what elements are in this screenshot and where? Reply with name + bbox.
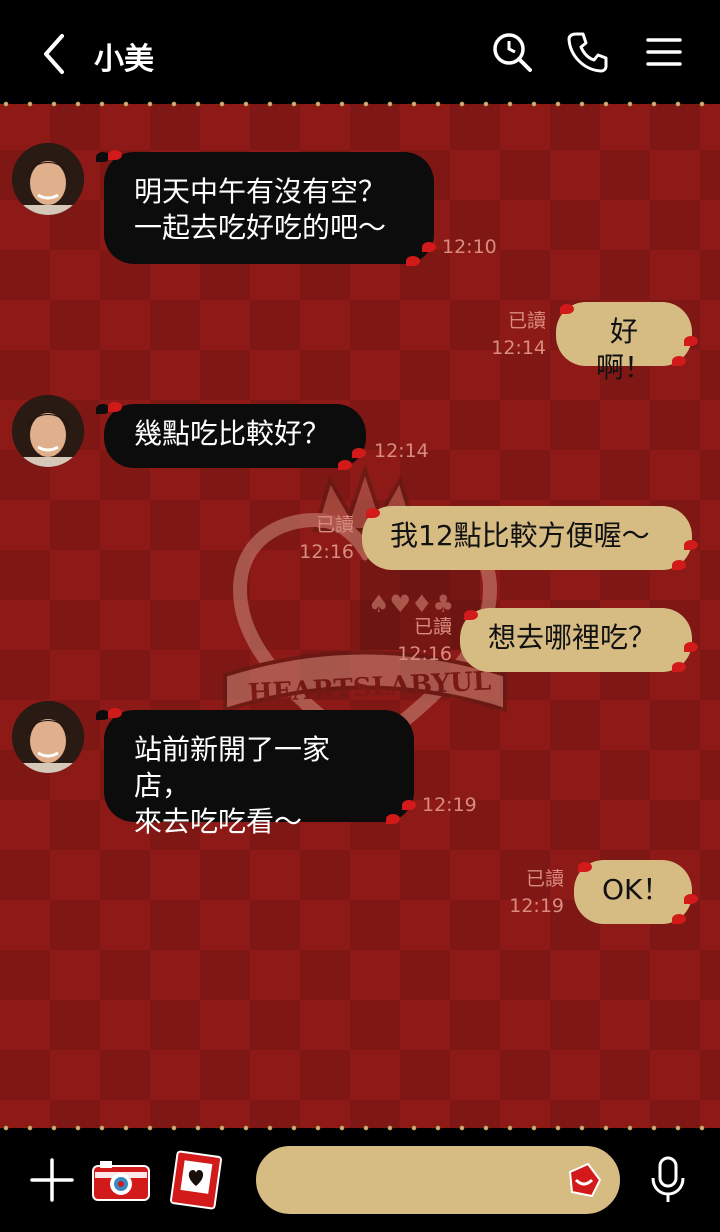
read-receipt: 已讀 12:14 (491, 310, 546, 359)
rose-petal-decoration (108, 150, 122, 160)
rose-petal-decoration (672, 356, 686, 366)
rose-petal-decoration (406, 256, 420, 266)
rose-petal-decoration (338, 460, 352, 470)
avatar-photo (12, 395, 84, 467)
contact-name: 小美 (94, 42, 154, 77)
rose-petal-decoration (684, 540, 698, 550)
rose-petal-decoration (684, 894, 698, 904)
add-button[interactable] (30, 1158, 74, 1202)
microphone-icon (651, 1156, 685, 1202)
outgoing-message-bubble[interactable]: 想去哪裡吃？ (460, 608, 692, 672)
header-lace-edge (0, 100, 720, 108)
chevron-left-icon (44, 34, 64, 74)
rose-petal-decoration (684, 336, 698, 346)
read-receipt: 已讀 12:16 (397, 616, 452, 665)
voice-button[interactable] (648, 1156, 688, 1204)
rose-petal-decoration (672, 560, 686, 570)
incoming-message-bubble[interactable]: 幾點吃比較好？ (104, 404, 366, 468)
rose-petal-decoration (672, 914, 686, 924)
message-time: 12:14 (374, 440, 429, 462)
message-time: 12:19 (422, 794, 477, 816)
search-button[interactable] (490, 30, 534, 74)
contact-avatar[interactable] (12, 701, 84, 773)
rose-petal-decoration (684, 642, 698, 652)
outgoing-message-bubble[interactable]: 好啊！ (556, 302, 692, 384)
camera-button[interactable] (92, 1160, 150, 1202)
sticker-button[interactable] (564, 1160, 604, 1200)
read-receipt: 已讀 12:16 (299, 514, 354, 563)
menu-button[interactable] (642, 30, 686, 74)
contact-avatar[interactable] (12, 143, 84, 215)
incoming-message-bubble[interactable]: 站前新開了一家店， 來去吃吃看～ (104, 710, 414, 838)
avatar-photo (12, 143, 84, 215)
photo-card-icon (169, 1150, 223, 1210)
phone-icon (567, 32, 608, 73)
hamburger-menu-icon (646, 38, 682, 66)
rose-petal-decoration (464, 610, 478, 620)
search-icon (493, 33, 532, 72)
rose-petal-decoration (108, 402, 122, 412)
plus-icon (30, 1158, 74, 1202)
camera-icon (92, 1161, 150, 1201)
rose-petal-decoration (352, 448, 366, 458)
read-receipt: 已讀 12:19 (509, 868, 564, 917)
footer-lace-edge (0, 1124, 720, 1132)
back-button[interactable] (34, 30, 74, 78)
contact-avatar[interactable] (12, 395, 84, 467)
sticker-icon (568, 1162, 602, 1198)
rose-petal-decoration (578, 862, 592, 872)
call-button[interactable] (566, 30, 610, 74)
rose-petal-decoration (366, 508, 380, 518)
rose-petal-decoration (386, 814, 400, 824)
photo-button[interactable] (168, 1150, 224, 1210)
rose-petal-decoration (108, 708, 122, 718)
message-time: 12:10 (442, 236, 497, 258)
incoming-message-bubble[interactable]: 明天中午有沒有空？ 一起去吃好吃的吧～ (104, 152, 434, 264)
rose-petal-decoration (672, 662, 686, 672)
avatar-photo (12, 701, 84, 773)
rose-petal-decoration (560, 304, 574, 314)
rose-petal-decoration (422, 242, 436, 252)
outgoing-message-bubble[interactable]: 我12點比較方便喔～ (362, 506, 692, 570)
rose-petal-decoration (402, 800, 416, 810)
